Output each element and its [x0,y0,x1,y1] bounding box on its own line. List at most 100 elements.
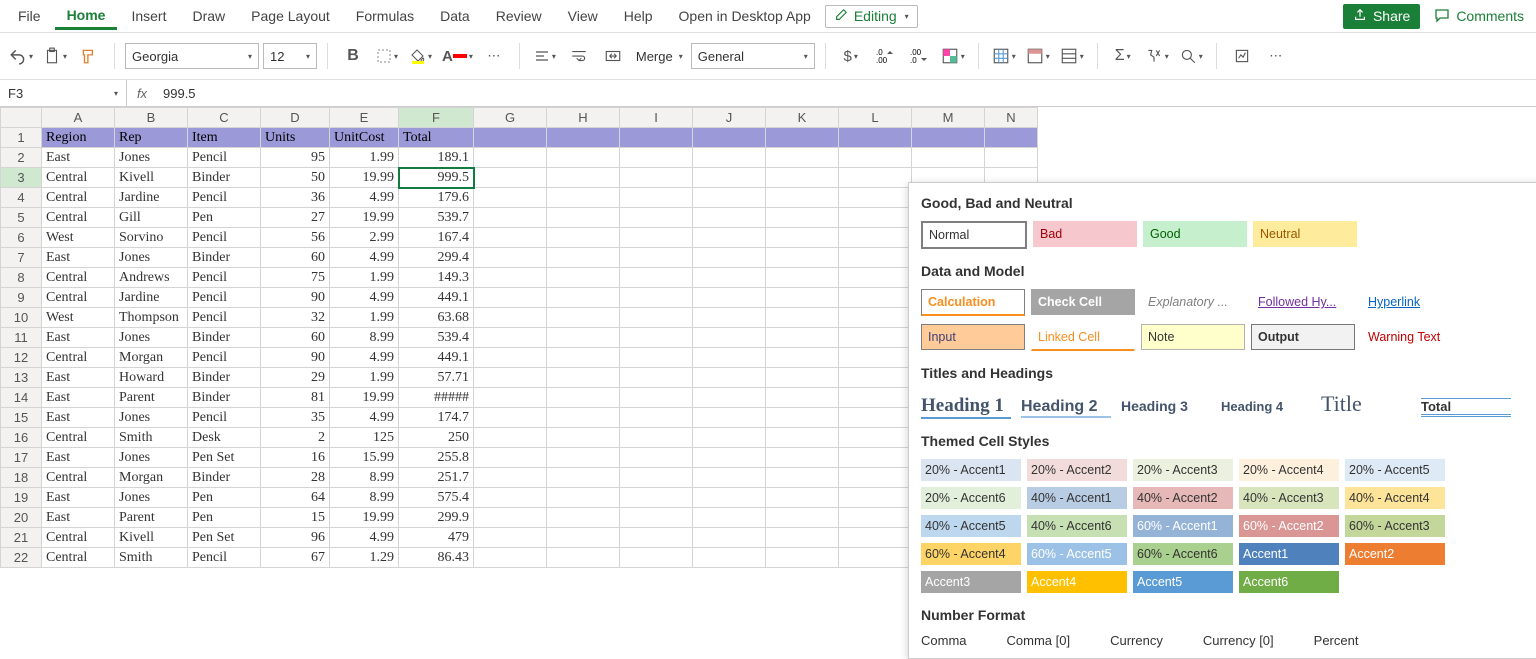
cell[interactable]: 8.99 [330,488,399,508]
paste-button[interactable]: ▾ [40,43,70,69]
cell[interactable] [547,528,620,548]
cell[interactable] [766,188,839,208]
cell[interactable] [839,248,912,268]
row-header[interactable]: 1 [1,128,42,148]
format-table-button[interactable]: ▾ [989,43,1019,69]
cell[interactable] [839,508,912,528]
col-header[interactable]: H [547,108,620,128]
cell[interactable] [693,348,766,368]
cell[interactable]: 15 [261,508,330,528]
bold-button[interactable]: B [338,43,368,69]
col-header[interactable]: B [115,108,188,128]
cell[interactable] [693,268,766,288]
cell[interactable]: 575.4 [399,488,474,508]
col-header[interactable]: F [399,108,474,128]
cell[interactable] [839,528,912,548]
themed-style[interactable]: 40% - Accent2 [1133,487,1233,509]
cell[interactable] [766,208,839,228]
cell[interactable] [693,148,766,168]
cell[interactable]: 19.99 [330,508,399,528]
themed-style[interactable]: 20% - Accent3 [1133,459,1233,481]
col-header[interactable]: C [188,108,261,128]
cell[interactable] [620,468,693,488]
cell[interactable]: Rep [115,128,188,148]
cell[interactable] [547,388,620,408]
cell[interactable]: Pencil [188,268,261,288]
cell[interactable]: Central [42,548,115,568]
tab-file[interactable]: File [6,4,53,28]
cell[interactable]: Morgan [115,468,188,488]
cell[interactable]: 1.29 [330,548,399,568]
cell[interactable] [985,148,1038,168]
cell-styles-button[interactable]: ▾ [1023,43,1053,69]
cell[interactable]: Pen Set [188,528,261,548]
cell[interactable]: Andrews [115,268,188,288]
cell[interactable]: 4.99 [330,528,399,548]
style-good[interactable]: Good [1143,221,1247,247]
cell[interactable]: 28 [261,468,330,488]
cell[interactable]: Jones [115,248,188,268]
cell[interactable]: Central [42,528,115,548]
cell[interactable]: 8.99 [330,468,399,488]
cell[interactable] [766,508,839,528]
cell[interactable] [474,368,547,388]
cell[interactable]: 8.99 [330,328,399,348]
cell[interactable]: 60 [261,248,330,268]
cell[interactable] [839,208,912,228]
cell[interactable]: Central [42,348,115,368]
cell[interactable] [620,148,693,168]
cell[interactable] [693,228,766,248]
style-calculation[interactable]: Calculation [921,289,1025,316]
cell[interactable] [839,488,912,508]
col-header[interactable]: I [620,108,693,128]
cell[interactable] [474,508,547,528]
cell[interactable] [693,388,766,408]
cell[interactable] [839,188,912,208]
row-header[interactable]: 9 [1,288,42,308]
cell[interactable] [839,268,912,288]
cell[interactable] [693,448,766,468]
cell[interactable]: 4.99 [330,288,399,308]
cell[interactable]: Pencil [188,408,261,428]
tab-formulas[interactable]: Formulas [344,4,426,28]
cell[interactable]: East [42,448,115,468]
themed-style[interactable]: 20% - Accent2 [1027,459,1127,481]
cell[interactable] [474,128,547,148]
cell[interactable] [620,128,693,148]
cell[interactable]: Region [42,128,115,148]
borders-button[interactable]: ▾ [372,43,402,69]
cell[interactable]: East [42,248,115,268]
cell[interactable]: West [42,308,115,328]
tab-review[interactable]: Review [484,4,554,28]
cell[interactable]: 64 [261,488,330,508]
cell[interactable]: 999.5 [399,168,474,188]
cell[interactable]: Jones [115,448,188,468]
cell[interactable]: Pen [188,508,261,528]
number-format-select[interactable]: General▾ [691,43,815,69]
cell[interactable] [547,248,620,268]
themed-style[interactable]: 60% - Accent4 [921,543,1021,565]
cell[interactable] [547,188,620,208]
themed-style[interactable]: 20% - Accent5 [1345,459,1445,481]
cell[interactable]: 4.99 [330,188,399,208]
cell[interactable]: Sorvino [115,228,188,248]
style-input[interactable]: Input [921,324,1025,350]
cell[interactable]: East [42,148,115,168]
themed-style[interactable]: 20% - Accent1 [921,459,1021,481]
cell[interactable] [474,448,547,468]
cell[interactable]: West [42,228,115,248]
cell[interactable] [547,148,620,168]
themed-style[interactable]: 60% - Accent6 [1133,543,1233,565]
cell[interactable]: 4.99 [330,408,399,428]
cell[interactable]: Central [42,268,115,288]
cell[interactable]: 19.99 [330,168,399,188]
cell[interactable] [474,348,547,368]
cell[interactable]: Jones [115,488,188,508]
themed-style[interactable]: 20% - Accent6 [921,487,1021,509]
cell[interactable]: 189.1 [399,148,474,168]
comments-button[interactable]: Comments [1428,3,1530,30]
cell[interactable]: Jones [115,148,188,168]
cell[interactable]: UnitCost [330,128,399,148]
cell[interactable] [620,548,693,568]
cell[interactable] [620,508,693,528]
